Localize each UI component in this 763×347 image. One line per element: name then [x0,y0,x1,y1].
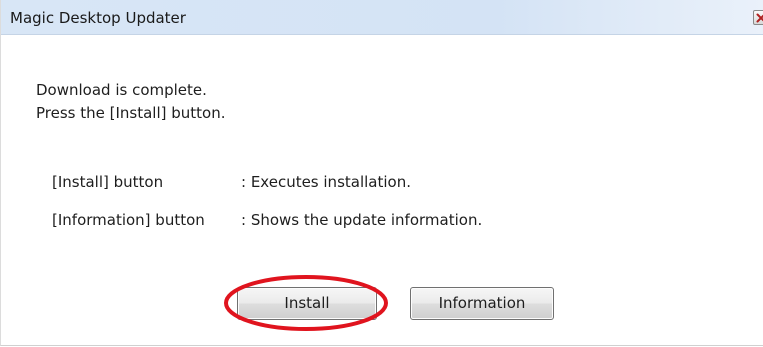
install-button[interactable]: Install [237,287,377,320]
close-button[interactable] [753,10,763,25]
title-bar[interactable]: Magic Desktop Updater [1,0,763,35]
updater-dialog: Magic Desktop Updater Download is comple… [0,0,763,346]
install-info-description: : Executes installation. [241,173,411,191]
install-info-label: [Install] button [52,173,164,191]
window-title: Magic Desktop Updater [10,9,186,27]
information-info-label: [Information] button [52,211,205,229]
information-info-description: : Shows the update information. [241,211,483,229]
instruction-message: Press the [Install] button. [36,104,226,122]
information-button[interactable]: Information [410,287,554,320]
close-icon [756,13,763,23]
status-message: Download is complete. [36,81,207,99]
